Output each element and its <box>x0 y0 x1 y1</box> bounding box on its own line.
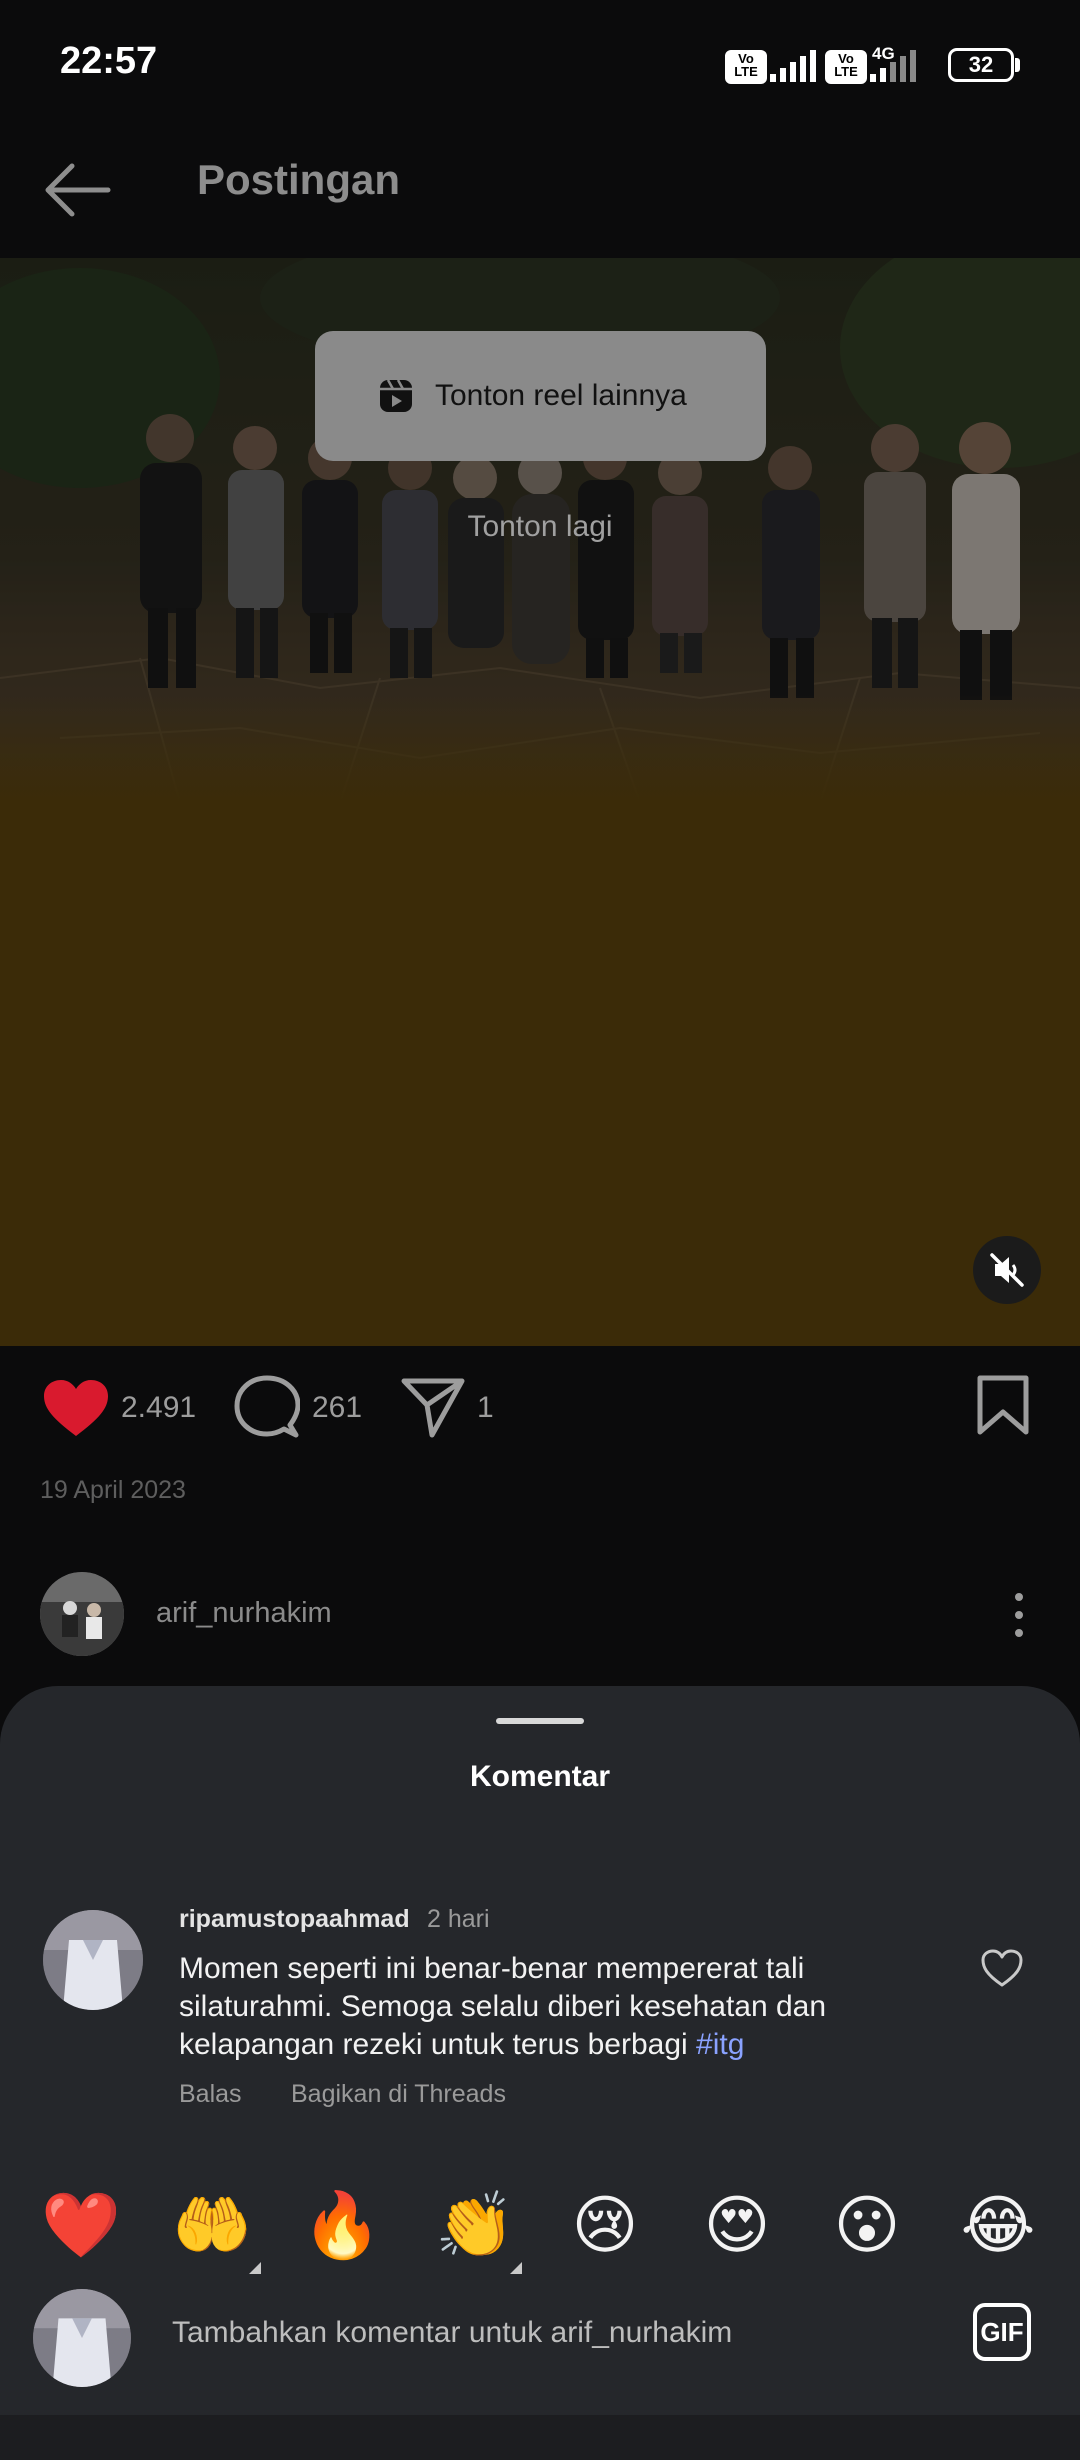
bookmark-icon[interactable] <box>975 1374 1031 1436</box>
status-bar <box>0 0 1080 130</box>
share-count: 1 <box>477 1391 494 1424</box>
share-send-icon[interactable] <box>400 1375 466 1439</box>
reaction-red-heart[interactable]: ❤️ <box>41 2190 121 2260</box>
like-heart-icon[interactable] <box>42 1378 110 1438</box>
watch-more-reels-label: Tonton reel lainnya <box>435 379 687 412</box>
reels-icon <box>380 379 412 412</box>
system-nav-bar <box>0 2415 1080 2460</box>
commenter-avatar[interactable] <box>43 1910 143 2010</box>
post-date: 19 April 2023 <box>40 1476 186 1504</box>
reaction-surprised[interactable]: 😮 <box>827 2190 907 2260</box>
volte-icon: Vo LTE <box>725 50 767 84</box>
skin-tone-indicator-icon <box>249 2262 261 2274</box>
page-title: Postingan <box>197 156 401 203</box>
comment-like-heart-icon[interactable] <box>980 1948 1024 1988</box>
comment-count: 261 <box>312 1391 363 1424</box>
commenter-username[interactable]: ripamustopaahmad <box>179 1905 410 1934</box>
battery-tip <box>1015 58 1020 72</box>
share-to-threads-button[interactable]: Bagikan di Threads <box>291 2080 506 2109</box>
like-count: 2.491 <box>121 1391 197 1424</box>
comment-input[interactable] <box>170 2315 954 2351</box>
top-header <box>0 130 1080 255</box>
reaction-laughing[interactable]: 😂 <box>958 2190 1038 2260</box>
author-avatar[interactable] <box>40 1572 124 1656</box>
reaction-fire[interactable]: 🔥 <box>302 2190 382 2260</box>
current-user-avatar <box>33 2289 131 2387</box>
reaction-heart-eyes[interactable]: 😍 <box>697 2190 777 2260</box>
back-arrow-icon[interactable] <box>40 155 120 225</box>
reply-button[interactable]: Balas <box>179 2080 242 2109</box>
skin-tone-indicator-icon <box>510 2262 522 2274</box>
comment-text: Momen seperti ini benar-benar mempererat… <box>179 1950 879 2064</box>
more-options-icon[interactable] <box>1010 1590 1028 1640</box>
author-username[interactable]: arif_nurhakim <box>156 1597 332 1630</box>
mute-button[interactable] <box>973 1236 1041 1304</box>
comment-time: 2 hari <box>427 1905 490 1933</box>
status-time: 22:57 <box>60 40 158 82</box>
sheet-drag-handle[interactable] <box>496 1718 584 1724</box>
signal-icon <box>870 50 916 82</box>
volte-icon: Vo LTE <box>825 50 867 84</box>
comment-icon[interactable] <box>234 1375 300 1441</box>
comments-title: Komentar <box>469 1760 611 1793</box>
signal-icon <box>770 50 816 82</box>
reaction-clapping[interactable]: 👏 <box>435 2190 515 2260</box>
battery-indicator: 32 <box>948 48 1014 82</box>
reaction-crying[interactable]: 😢 <box>565 2190 645 2260</box>
gif-button[interactable]: GIF <box>973 2303 1031 2361</box>
replay-button[interactable]: Tonton lagi <box>0 510 1080 544</box>
reaction-palms-up[interactable]: 🤲 <box>172 2190 252 2260</box>
speaker-muted-icon <box>990 1253 1024 1287</box>
comment-hashtag[interactable]: #itg <box>696 2028 744 2061</box>
